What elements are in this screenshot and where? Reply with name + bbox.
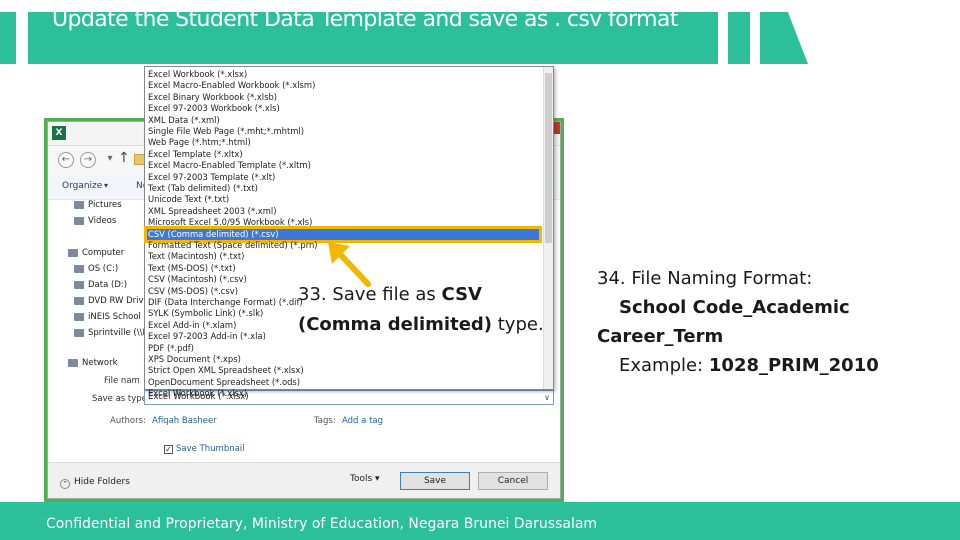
file-type-option[interactable]: Excel Binary Workbook (*.xlsb): [147, 92, 539, 103]
nav-item-pictures[interactable]: Pictures: [74, 200, 122, 210]
checkbox-icon: ✓: [164, 445, 173, 454]
slide-title: Update the Student Data Template and sav…: [52, 7, 678, 32]
chevron-down-icon: ▾: [104, 181, 109, 190]
file-type-option[interactable]: Single File Web Page (*.mht;*.mhtml): [147, 126, 539, 137]
nav-item-videos[interactable]: Videos: [74, 216, 116, 226]
save-as-type-label: Save as type:: [92, 394, 150, 404]
forward-icon[interactable]: →: [80, 152, 96, 168]
tools-button[interactable]: Tools ▾: [350, 474, 380, 484]
file-type-option[interactable]: Strict Open XML Spreadsheet (*.xlsx): [147, 365, 539, 376]
file-type-option[interactable]: Excel Macro-Enabled Workbook (*.xlsm): [147, 80, 539, 91]
save-thumbnail-checkbox[interactable]: ✓ Save Thumbnail: [164, 444, 245, 454]
file-type-option-selected[interactable]: CSV (Comma delimited) (*.csv): [144, 225, 542, 244]
network-drive-icon: [74, 313, 84, 321]
file-type-option[interactable]: Excel Template (*.xltx): [147, 149, 539, 160]
drive-icon: [74, 281, 84, 289]
file-type-option[interactable]: XML Spreadsheet 2003 (*.xml): [147, 206, 539, 217]
file-type-option[interactable]: Excel 97-2003 Workbook (*.xls): [147, 103, 539, 114]
file-type-option[interactable]: Text (Tab delimited) (*.txt): [147, 183, 539, 194]
authors-label: Authors:: [110, 416, 146, 426]
callout-34-example: Example: 1028_PRIM_2010: [619, 355, 879, 376]
organize-button[interactable]: Organize: [62, 181, 102, 191]
chevron-down-icon: ∨: [544, 393, 550, 402]
file-name-label: File nam: [104, 376, 140, 386]
cancel-button[interactable]: Cancel: [478, 472, 548, 490]
file-type-option[interactable]: Microsoft Excel 5.0/95 Workbook (*.xls): [147, 217, 539, 228]
file-type-dropdown-list[interactable]: Excel Workbook (*.xlsx) Excel Macro-Enabl…: [144, 66, 554, 398]
nav-item-network[interactable]: Network: [68, 358, 118, 368]
tags-label: Tags:: [314, 416, 336, 426]
save-button[interactable]: Save: [400, 472, 470, 490]
dialog-button-bar: ⌃ Hide Folders Tools ▾ Save Cancel: [48, 462, 560, 498]
save-thumbnail-label: Save Thumbnail: [176, 444, 245, 454]
authors-value[interactable]: Afiqah Basheer: [152, 416, 217, 426]
chevron-down-icon[interactable]: ▾: [102, 152, 118, 168]
file-type-option[interactable]: Excel Workbook (*.xlsx): [147, 69, 539, 80]
scrollbar[interactable]: [543, 67, 553, 389]
nav-item-sprintville[interactable]: Sprintville (\\H: [74, 328, 149, 338]
dvd-icon: [74, 297, 84, 305]
up-arrow-icon[interactable]: ↑: [118, 150, 130, 166]
file-type-option[interactable]: Unicode Text (*.txt): [147, 194, 539, 205]
header-accent-slant: [760, 12, 808, 64]
drive-icon: [74, 265, 84, 273]
network-drive-icon: [74, 329, 84, 337]
excel-icon: X: [52, 126, 66, 140]
footer-band: Confidential and Proprietary, Ministry o…: [0, 502, 960, 540]
file-type-option[interactable]: XML Data (*.xml): [147, 115, 539, 126]
footer-text: Confidential and Proprietary, Ministry o…: [46, 516, 598, 532]
slide: Update the Student Data Template and sav…: [0, 0, 960, 540]
file-type-option[interactable]: OpenDocument Spreadsheet (*.ods): [147, 377, 539, 388]
file-type-option[interactable]: Excel Macro-Enabled Template (*.xltm): [147, 160, 539, 171]
scrollbar-thumb[interactable]: [545, 73, 552, 243]
file-type-option[interactable]: Excel 97-2003 Template (*.xlt): [147, 172, 539, 183]
nav-item-os-drive[interactable]: OS (C:): [74, 264, 118, 274]
nav-item-dvd-drive[interactable]: DVD RW Drive: [74, 296, 149, 306]
header-accent-bar: [728, 12, 750, 64]
nav-item-ineis[interactable]: iNEIS School D: [74, 312, 150, 322]
file-type-option[interactable]: XPS Document (*.xps): [147, 354, 539, 365]
videos-icon: [74, 217, 84, 225]
nav-item-data-drive[interactable]: Data (D:): [74, 280, 127, 290]
callout-step-34: 34. File Naming Format: School Code_Acad…: [597, 264, 917, 380]
callout-34-format-part2: Career_Term: [597, 326, 724, 347]
computer-icon: [68, 249, 78, 257]
file-type-option[interactable]: Excel Workbook (*.xlsx): [147, 388, 539, 399]
tags-input[interactable]: Add a tag: [342, 416, 383, 426]
hide-folders-button[interactable]: ⌃ Hide Folders: [60, 477, 130, 489]
back-icon[interactable]: ←: [58, 152, 74, 168]
file-type-option[interactable]: PDF (*.pdf): [147, 343, 539, 354]
pictures-icon: [74, 201, 84, 209]
network-icon: [68, 359, 78, 367]
chevron-up-icon: ⌃: [60, 479, 70, 489]
callout-step-33: 33. Save file as CSV (Comma delimited) t…: [298, 284, 544, 335]
file-type-option[interactable]: Web Page (*.htm;*.html): [147, 137, 539, 148]
nav-item-computer[interactable]: Computer: [68, 248, 124, 258]
callout-34-heading: 34. File Naming Format:: [597, 268, 813, 289]
header-accent-left: [0, 12, 16, 64]
callout-34-format-part1: School Code_Academic: [619, 297, 850, 318]
